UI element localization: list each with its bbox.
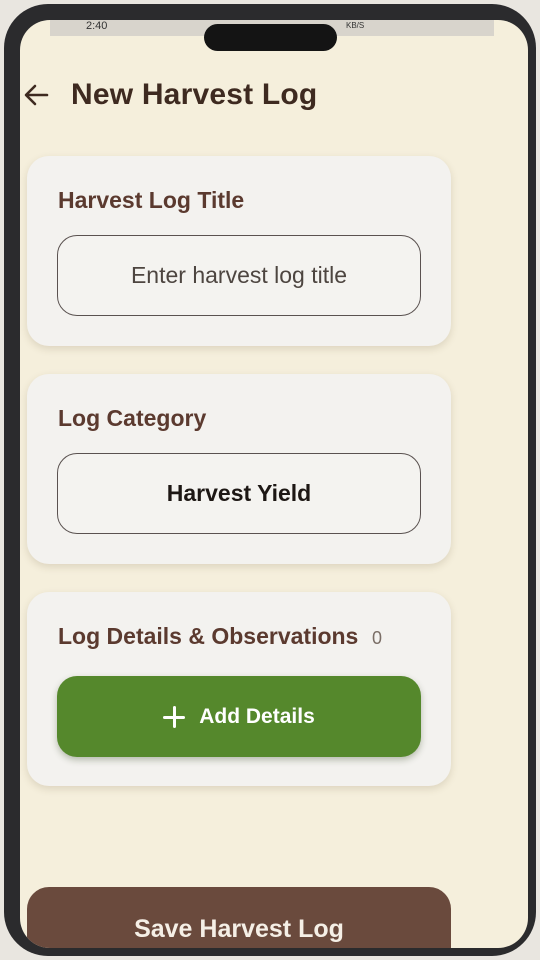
details-card: Log Details & Observations 0 Add Details: [27, 592, 451, 786]
page-title: New Harvest Log: [71, 78, 318, 111]
category-field-label: Log Category: [58, 405, 207, 431]
details-field-label: Log Details & Observations: [58, 623, 359, 649]
add-details-label: Add Details: [199, 704, 315, 728]
device-body: 2:40 KB/S New Harvest Log Harvest Log Ti…: [4, 4, 536, 956]
app-header: New Harvest Log: [20, 64, 528, 126]
title-card: Harvest Log Title Enter harvest log titl…: [27, 156, 451, 346]
save-button-label: Save Harvest Log: [134, 915, 344, 943]
status-time: 2:40: [86, 20, 108, 32]
camera-notch: [204, 24, 337, 51]
title-field-label: Harvest Log Title: [58, 187, 245, 213]
save-harvest-log-button[interactable]: Save Harvest Log: [27, 887, 451, 948]
plus-icon: [163, 705, 186, 728]
back-button[interactable]: [22, 80, 50, 110]
app-screen: 2:40 KB/S New Harvest Log Harvest Log Ti…: [20, 20, 528, 948]
category-card: Log Category Harvest Yield: [27, 374, 451, 564]
arrow-left-icon: [24, 84, 49, 106]
status-net-speed: KB/S: [346, 21, 365, 30]
add-details-button[interactable]: Add Details: [57, 676, 421, 757]
device-frame: 2:40 KB/S New Harvest Log Harvest Log Ti…: [0, 0, 540, 960]
details-count: 0: [372, 628, 383, 648]
log-category-select[interactable]: Harvest Yield: [57, 453, 421, 534]
harvest-log-title-input[interactable]: Enter harvest log title: [57, 235, 421, 316]
